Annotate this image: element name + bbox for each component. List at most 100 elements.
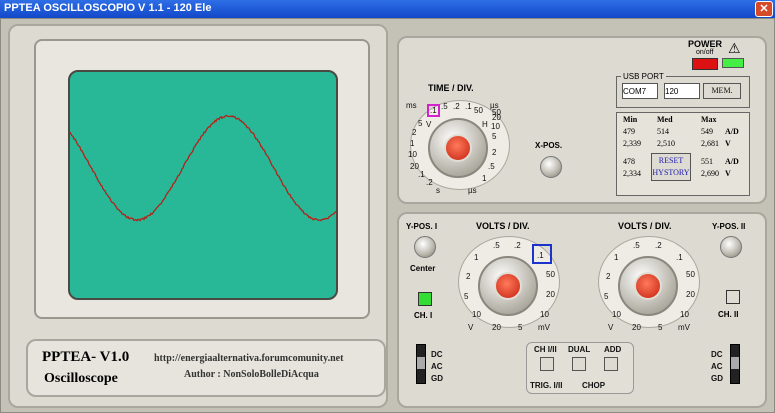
stat-value: 2,339 [623,139,641,148]
mem-button[interactable]: MEM. [703,83,741,99]
brand-name: PPTEA- V1.0 [42,349,129,366]
xpos-knob[interactable] [540,156,562,178]
time-label-s: s [436,186,440,195]
time-label-2d: 2 [492,148,496,157]
stat-unit: A/D [725,127,739,136]
dual-label: DUAL [568,345,590,354]
stat-value: 514 [657,127,669,136]
time-label-20b: 20 [492,113,501,122]
stat-unit: V [725,169,731,178]
ch2-label: CH. II [718,310,738,319]
ch1-led[interactable] [418,292,432,306]
window-title: PPTEA OSCILLOSCOPIO V 1.1 - 120 Ele [4,2,211,14]
v1-label: 20 [492,323,501,332]
v1-label: .5 [493,241,500,250]
time-label-1: .1 [427,104,440,117]
time-label-3: .1 [465,102,472,111]
time-label-10b: 10 [491,122,500,131]
v1-label: 10 [540,310,549,319]
brand-author: Author : NonSoloBolleDiAcqua [184,369,319,380]
stat-value: 549 [701,127,713,136]
sample-count-field[interactable] [664,83,700,99]
stat-value: 478 [623,157,635,166]
stats-header-min: Min [623,115,637,124]
stats-header-max: Max [701,115,717,124]
v1-label: 50 [546,270,555,279]
ypos2-knob[interactable] [720,236,742,258]
ch2-led[interactable] [726,290,740,304]
time-label-1b: 1 [410,139,414,148]
center-label: Center [410,264,435,273]
v1-label: .2 [514,241,521,250]
time-div-knob[interactable] [428,118,488,178]
scope-screen [68,70,338,300]
usb-port-label: USB PORT [621,72,666,81]
title-bar: PPTEA OSCILLOSCOPIO V 1.1 - 120 Ele ✕ [0,0,775,18]
ch2-coupling-ac: AC [711,362,723,371]
volts1-knob[interactable] [478,256,538,316]
brand-url: http://energiaalternativa.forumcomunity.… [154,353,343,364]
ch1-label: CH. I [414,311,432,320]
v2-label: 1 [614,253,618,262]
dual-button[interactable] [572,357,586,371]
time-div-title: TIME / DIV. [428,83,474,93]
v1-label: 20 [546,290,555,299]
ch2-coupling-dc: DC [711,350,723,359]
ypos2-label: Y-POS. II [712,222,745,231]
stat-value: 2,690 [701,169,719,178]
xpos-label: X-POS. [535,141,562,150]
v1-label: V [468,323,473,332]
stat-value: 551 [701,157,713,166]
v2-label: 5 [658,323,662,332]
volts2-knob[interactable] [618,256,678,316]
v2-label: .5 [633,241,640,250]
v2-label: 5 [604,292,608,301]
v2-label: V [608,323,613,332]
time-label-5c: 5 [492,132,496,141]
v1-label-selected: .1 [532,244,552,264]
ypos1-knob[interactable] [414,236,436,258]
v2-label: 2 [606,272,610,281]
ch2-coupling-gd: GD [711,374,723,383]
stats-header-med: Med [657,115,673,124]
power-led [692,58,718,70]
stat-unit: V [725,139,731,148]
time-label-2: .2 [453,102,460,111]
ch1-coupling-ac: AC [431,362,443,371]
v2-label: 50 [686,270,695,279]
time-label-V: V [426,120,431,129]
ch2-coupling-slider[interactable] [730,344,740,384]
v1-label: 10 [472,310,481,319]
v2-label: mV [678,323,690,332]
time-label-ms: ms [406,101,417,110]
v2-label: 10 [612,310,621,319]
time-label-H: H [482,120,488,129]
stats-box: Min Med Max 479 514 549 A/D 2,339 2,510 … [616,112,750,196]
com-port-field[interactable] [622,83,658,99]
volts1-title: VOLTS / DIV. [476,221,530,231]
stat-value: 2,681 [701,139,719,148]
power-label: POWER [688,39,722,49]
v1-label: 2 [466,272,470,281]
v1-label: 1 [474,253,478,262]
trig-label: TRIG. I/II [530,381,562,390]
waveform-trace [70,72,338,300]
stat-value: 479 [623,127,635,136]
v1-label: mV [538,323,550,332]
v2-label: 10 [680,310,689,319]
warning-icon: ⚠ [728,40,741,57]
v2-label: 20 [632,323,641,332]
v1-label: 5 [518,323,522,332]
v2-label: .2 [655,241,662,250]
close-button[interactable]: ✕ [755,1,773,17]
time-label-5b: 5 [418,119,422,128]
time-label-1c: .1 [418,170,425,179]
ch1-coupling-slider[interactable] [416,344,426,384]
ch12-button[interactable] [540,357,554,371]
add-button[interactable] [604,357,618,371]
stat-value: 2,334 [623,169,641,178]
ypos1-label: Y-POS. I [406,222,437,231]
power-button[interactable] [722,58,744,68]
time-label-5: .5 [441,102,448,111]
reset-history-button[interactable]: RESET HYSTORY [651,153,691,181]
